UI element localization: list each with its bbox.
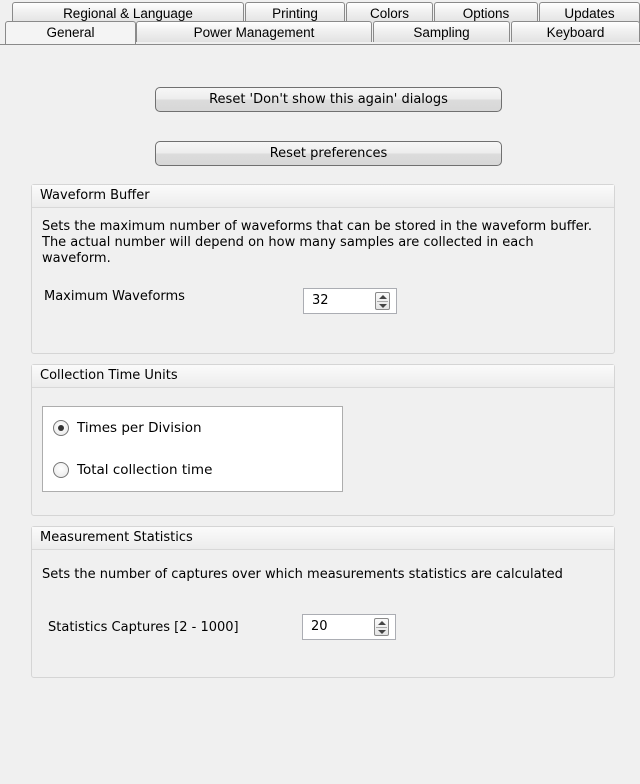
tab-options[interactable]: Options xyxy=(434,2,538,23)
waveform-buffer-group: Waveform Buffer Sets the maximum number … xyxy=(31,184,615,354)
reset-dialogs-button[interactable]: Reset 'Don't show this again' dialogs xyxy=(155,87,502,112)
maximum-waveforms-spinner[interactable]: 32 xyxy=(303,288,397,314)
radio-selected-icon[interactable] xyxy=(53,420,69,436)
radio-label-total-collection-time[interactable]: Total collection time xyxy=(77,462,212,479)
maximum-waveforms-value[interactable]: 32 xyxy=(312,293,329,308)
maximum-waveforms-label: Maximum Waveforms xyxy=(44,289,185,304)
tab-general[interactable]: General xyxy=(5,21,136,44)
statistics-captures-label: Statistics Captures [2 - 1000] xyxy=(48,620,239,635)
waveform-buffer-description: Sets the maximum number of waveforms tha… xyxy=(42,219,592,266)
spin-up-icon[interactable] xyxy=(379,295,387,299)
radio-unselected-icon[interactable] xyxy=(53,462,69,478)
spin-up-icon[interactable] xyxy=(378,621,386,625)
tab-printing[interactable]: Printing xyxy=(245,2,345,23)
measurement-statistics-group: Measurement Statistics Sets the number o… xyxy=(31,526,615,678)
spinner-arrows-icon[interactable] xyxy=(374,618,389,636)
collection-time-units-title: Collection Time Units xyxy=(32,365,614,388)
collection-time-options-panel: Times per Division Total collection time xyxy=(42,406,343,492)
spinner-arrows-icon[interactable] xyxy=(375,292,390,310)
tab-divider xyxy=(0,44,640,45)
waveform-buffer-title: Waveform Buffer xyxy=(32,185,614,208)
statistics-captures-value[interactable]: 20 xyxy=(311,619,328,634)
tab-updates[interactable]: Updates xyxy=(539,2,640,23)
tab-sampling[interactable]: Sampling xyxy=(373,21,510,42)
tab-regional-language[interactable]: Regional & Language xyxy=(12,2,244,23)
spin-down-icon[interactable] xyxy=(378,630,386,634)
measurement-statistics-title: Measurement Statistics xyxy=(32,527,614,550)
collection-time-units-group: Collection Time Units Times per Division… xyxy=(31,364,615,516)
tab-keyboard[interactable]: Keyboard xyxy=(511,21,640,42)
statistics-captures-spinner[interactable]: 20 xyxy=(302,614,396,640)
radio-label-times-per-division[interactable]: Times per Division xyxy=(77,420,202,437)
tab-power-management[interactable]: Power Management xyxy=(136,21,372,42)
reset-preferences-button[interactable]: Reset preferences xyxy=(155,141,502,166)
spin-down-icon[interactable] xyxy=(379,304,387,308)
tab-colors[interactable]: Colors xyxy=(346,2,433,23)
measurement-statistics-description: Sets the number of captures over which m… xyxy=(42,567,563,582)
